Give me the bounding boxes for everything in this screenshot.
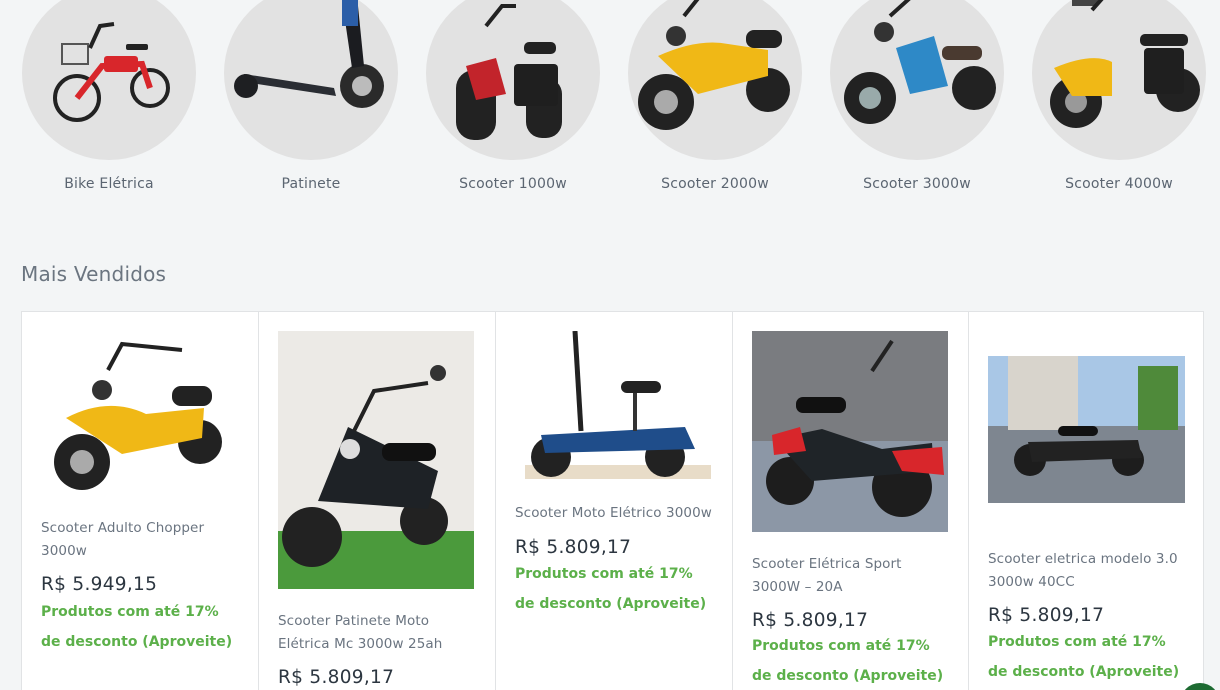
product-card[interactable]: Scooter Adulto Chopper 3000w R$ 5.949,15… [22, 312, 259, 690]
product-name[interactable]: Scooter Patinete Moto Elétrica Mc 3000w … [278, 610, 478, 656]
product-price: R$ 5.809,17 [752, 610, 869, 631]
bike-image[interactable] [22, 0, 196, 160]
product-card[interactable]: Scooter Elétrica Sport 3000W – 20A R$ 5.… [733, 312, 969, 690]
scooter-yellow-2-image[interactable] [1032, 0, 1206, 160]
product-image[interactable] [752, 331, 948, 532]
product-promo: Produtos com até 17% de desconto (Aprove… [515, 566, 707, 612]
product-grid: Scooter Adulto Chopper 3000w R$ 5.949,15… [21, 311, 1204, 690]
product-price: R$ 5.809,17 [988, 605, 1105, 626]
scooter-yellow-image[interactable] [628, 0, 802, 160]
category-label[interactable]: Scooter 2000w [627, 176, 803, 192]
section-title: Mais Vendidos [21, 262, 167, 286]
category-label[interactable]: Scooter 3000w [829, 176, 1005, 192]
product-image[interactable] [278, 331, 474, 589]
kick-scooter-image[interactable] [224, 0, 398, 160]
product-name[interactable]: Scooter Moto Elétrico 3000w [515, 502, 715, 525]
product-price: R$ 5.809,17 [278, 667, 395, 688]
product-card[interactable]: Scooter eletrica modelo 3.0 3000w 40CC R… [969, 312, 1205, 690]
category-label[interactable]: Scooter 4000w [1031, 176, 1207, 192]
product-price: R$ 5.949,15 [41, 574, 158, 595]
scooter-blue-image[interactable] [830, 0, 1004, 160]
product-name[interactable]: Scooter eletrica modelo 3.0 3000w 40CC [988, 548, 1188, 594]
product-price: R$ 5.809,17 [515, 537, 632, 558]
product-card[interactable]: Scooter Moto Elétrico 3000w R$ 5.809,17 … [496, 312, 733, 690]
product-card[interactable]: Scooter Patinete Moto Elétrica Mc 3000w … [259, 312, 496, 690]
product-name[interactable]: Scooter Adulto Chopper 3000w [41, 517, 241, 563]
product-promo: Produtos com até 17% de desconto (Aprove… [752, 638, 944, 684]
scooter-red-image[interactable] [426, 0, 600, 160]
product-image[interactable] [52, 334, 232, 496]
product-image[interactable] [988, 356, 1185, 503]
product-promo: Produtos com até 17% de desconto (Aprove… [41, 604, 233, 650]
product-promo: Produtos com até 17% de desconto (Aprove… [988, 634, 1180, 680]
product-image[interactable] [515, 331, 714, 483]
category-carousel: Bike Elétrica Patinete Scooter 1000w Sco… [0, 0, 1220, 210]
category-label[interactable]: Patinete [223, 176, 399, 192]
category-label[interactable]: Bike Elétrica [21, 176, 197, 192]
product-name[interactable]: Scooter Elétrica Sport 3000W – 20A [752, 553, 952, 599]
category-label[interactable]: Scooter 1000w [425, 176, 601, 192]
